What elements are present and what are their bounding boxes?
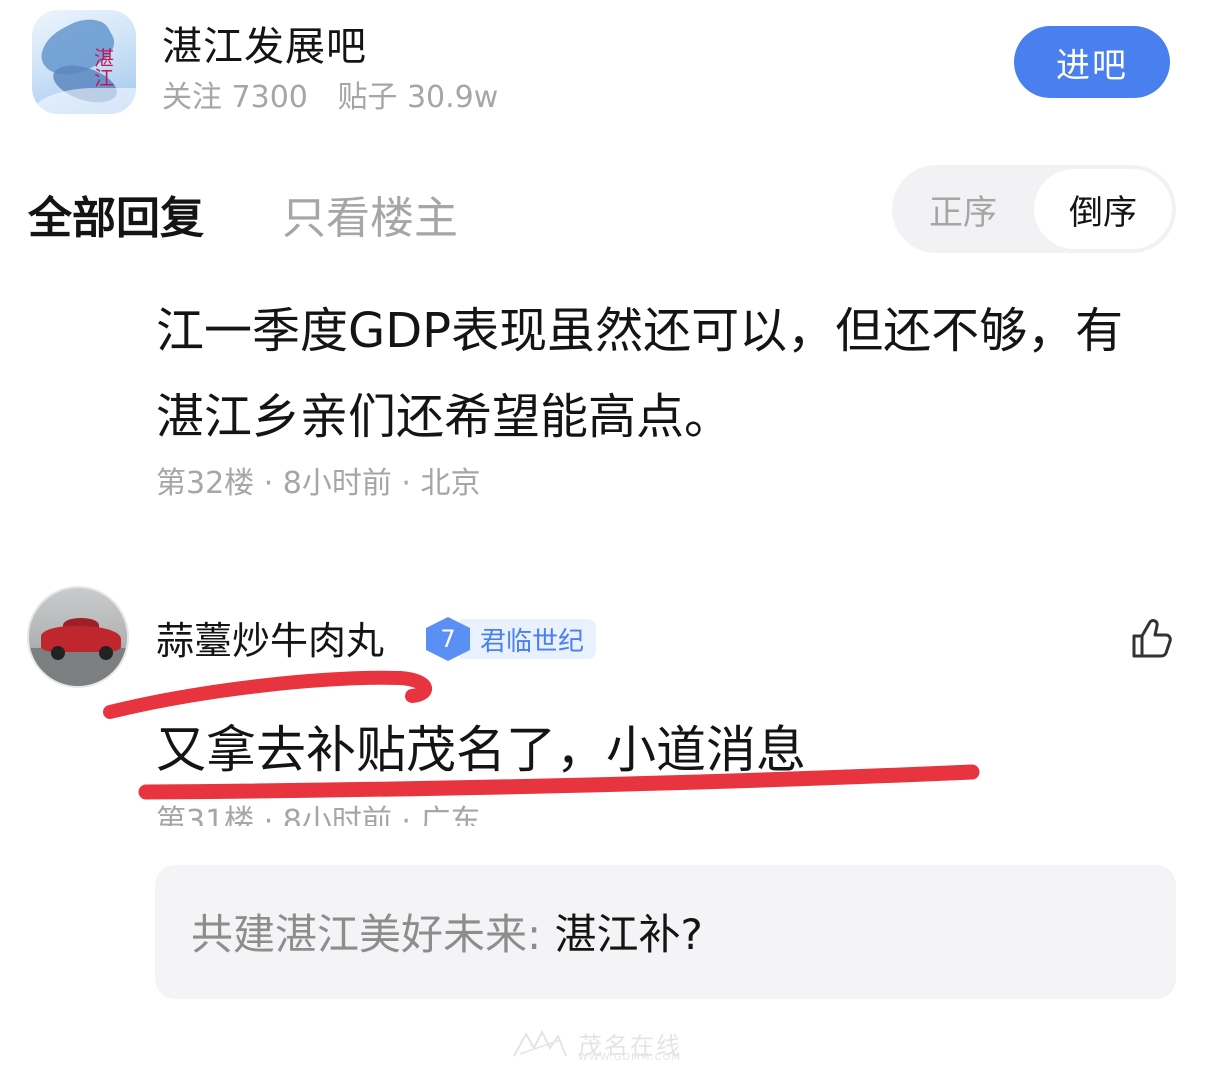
sub-reply-author[interactable]: 共建湛江美好未来 <box>191 910 527 959</box>
level-title: 君临世纪 <box>460 619 597 659</box>
tab-all-replies[interactable]: 全部回复 <box>28 182 204 246</box>
sort-descending-button[interactable]: 倒序 <box>1034 169 1172 249</box>
sub-reply-separator: : <box>527 910 555 959</box>
logo-seal-text: 湛江 <box>94 46 114 90</box>
thumbs-up-icon[interactable] <box>1128 616 1174 662</box>
post-content[interactable]: 江一季度GDP表现虽然还可以，但还不够，有湛江乡亲们还希望能高点。 <box>156 288 1146 460</box>
wave-shape <box>32 88 136 114</box>
sub-reply-content: 湛江补? <box>554 910 703 959</box>
level-badge[interactable]: 7 君临世纪 <box>426 617 597 661</box>
watermark-url: WWW.GDMM.COM <box>578 1052 682 1063</box>
reply-meta: 第31楼 · 8小时前 · 广东 <box>156 804 481 826</box>
sub-reply-text: 共建湛江美好未来: 湛江补? <box>191 901 703 962</box>
avatar-wheel <box>51 646 65 660</box>
reply-content[interactable]: 又拿去补贴茂名了，小道消息 <box>156 710 806 782</box>
tab-op-only[interactable]: 只看楼主 <box>282 182 458 246</box>
post-meta: 第32楼 · 8小时前 · 北京 <box>156 466 481 501</box>
join-forum-button[interactable]: 进吧 <box>1014 26 1170 98</box>
avatar-wheel <box>99 646 113 660</box>
forum-logo-icon[interactable]: 湛江 <box>32 10 136 114</box>
watermark: 茂名在线 WWW.GDMM.COM <box>512 1024 712 1064</box>
underline-username <box>103 670 433 719</box>
watermark-logo-icon <box>513 1029 567 1057</box>
forum-name[interactable]: 湛江发展吧 <box>162 14 367 72</box>
reply-username[interactable]: 蒜薹炒牛肉丸 <box>156 610 384 665</box>
forum-stats: 关注 7300 贴子 30.9w <box>162 72 518 116</box>
user-avatar[interactable] <box>27 586 129 688</box>
sort-ascending-button[interactable]: 正序 <box>892 165 1034 253</box>
followers-count: 关注 7300 <box>162 80 308 115</box>
posts-count: 贴子 30.9w <box>337 80 499 115</box>
sort-toggle: 正序 倒序 <box>892 165 1176 253</box>
sub-reply-box[interactable]: 共建湛江美好未来: 湛江补? <box>155 865 1176 999</box>
